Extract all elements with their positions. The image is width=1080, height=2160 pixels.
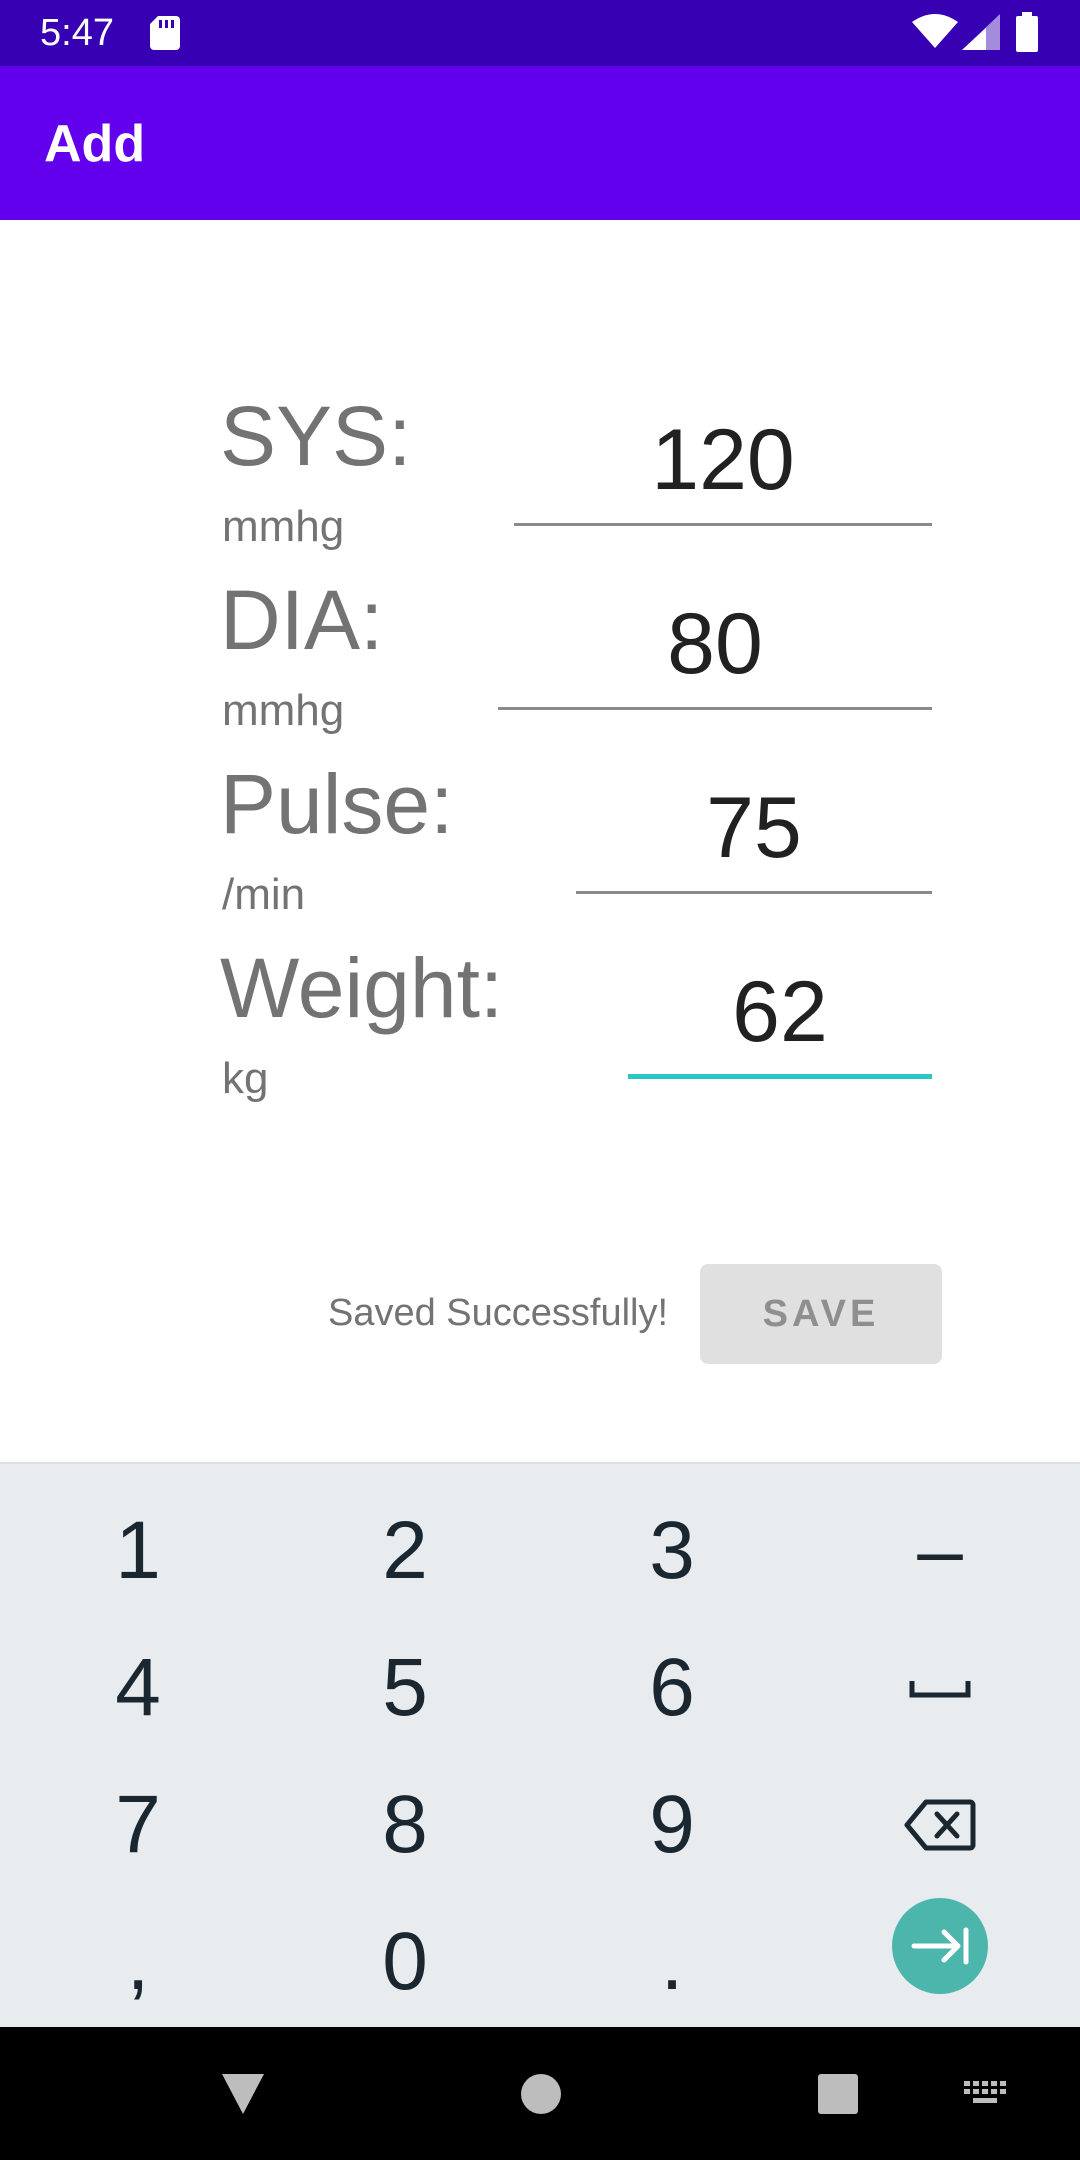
weight-label: Weight:	[220, 941, 504, 1035]
recents-icon[interactable]	[817, 2073, 859, 2115]
dia-label: DIA:	[220, 573, 384, 667]
space-icon	[909, 1680, 971, 1697]
battery-icon	[1016, 12, 1038, 52]
sys-label: SYS:	[220, 389, 412, 483]
sys-input[interactable]: 120	[514, 410, 932, 510]
backspace-icon	[904, 1799, 976, 1850]
dia-input[interactable]: 80	[498, 594, 932, 694]
key-2[interactable]: 2	[270, 1482, 540, 1619]
key-9[interactable]: 9	[537, 1756, 807, 1893]
pulse-input[interactable]: 75	[576, 778, 932, 878]
key-6[interactable]: 6	[537, 1619, 807, 1756]
key-0[interactable]: 0	[270, 1893, 540, 2030]
signal-icon	[962, 14, 1000, 50]
app-bar-title: Add	[44, 115, 146, 173]
pulse-label: Pulse:	[220, 757, 454, 851]
key-3[interactable]: 3	[537, 1482, 807, 1619]
weight-input[interactable]: 62	[628, 962, 932, 1062]
key-8[interactable]: 8	[270, 1756, 540, 1893]
pulse-input-underline	[576, 891, 932, 894]
back-icon[interactable]	[220, 2072, 266, 2116]
sd-card-icon	[150, 16, 180, 50]
save-button[interactable]: SAVE	[700, 1264, 942, 1364]
key-comma[interactable]: ,	[3, 1893, 273, 2030]
weight-unit: kg	[222, 1054, 269, 1103]
pulse-unit: /min	[222, 870, 306, 919]
key-5[interactable]: 5	[270, 1619, 540, 1756]
wifi-icon	[912, 14, 958, 48]
keyboard-switch-icon[interactable]	[964, 2081, 1008, 2107]
dia-input-underline	[498, 707, 932, 710]
key-space[interactable]	[805, 1619, 1075, 1756]
app-bar	[0, 66, 1080, 220]
key-7[interactable]: 7	[3, 1756, 273, 1893]
save-status-text: Saved Successfully!	[328, 1292, 669, 1334]
sys-unit: mmhg	[222, 502, 345, 551]
key-4[interactable]: 4	[3, 1619, 273, 1756]
key-dash[interactable]: –	[805, 1482, 1075, 1619]
weight-input-underline	[628, 1074, 932, 1079]
key-1[interactable]: 1	[3, 1482, 273, 1619]
key-next[interactable]	[892, 1898, 988, 1994]
home-icon[interactable]	[520, 2073, 562, 2115]
key-backspace[interactable]	[805, 1756, 1075, 1893]
dia-unit: mmhg	[222, 686, 345, 735]
key-period[interactable]: .	[537, 1893, 807, 2030]
status-time: 5:47	[40, 12, 114, 54]
sys-input-underline	[514, 523, 932, 526]
next-field-icon	[911, 1927, 969, 1965]
